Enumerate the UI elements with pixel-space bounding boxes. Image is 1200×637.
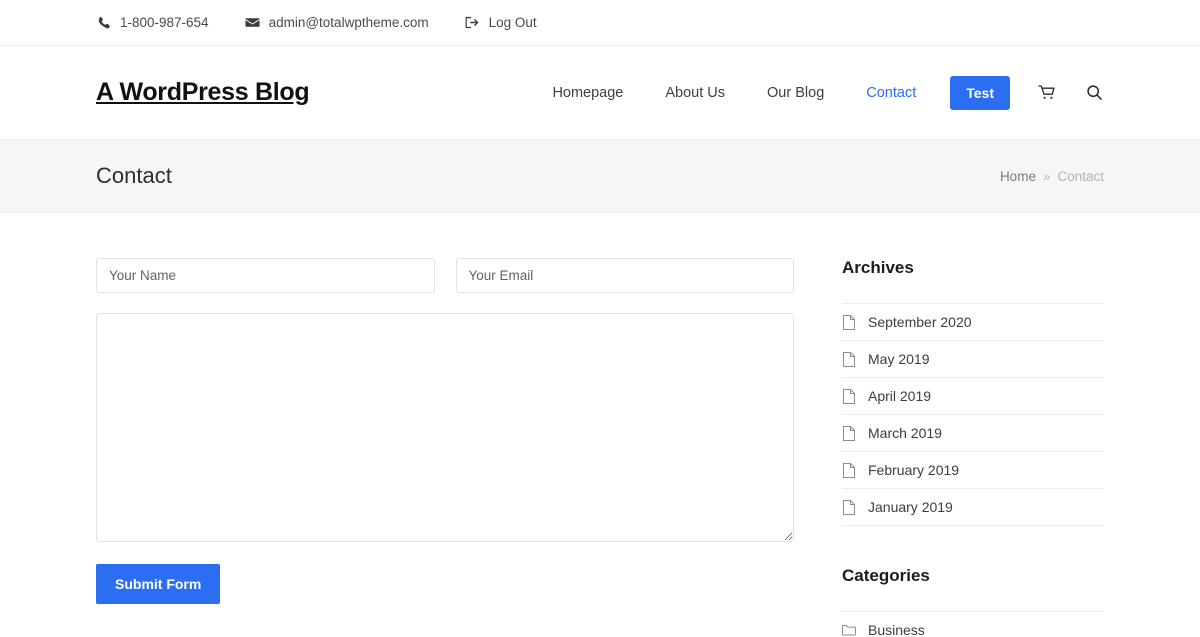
archives-list: September 2020 May 2019 (842, 303, 1104, 526)
list-item: September 2020 (842, 303, 1104, 340)
topbar-email[interactable]: admin@totalwptheme.com (245, 15, 429, 30)
topbar-logout[interactable]: Log Out (465, 15, 537, 30)
archive-link-april-2019[interactable]: April 2019 (842, 378, 1104, 414)
archive-label: January 2019 (868, 499, 953, 515)
archive-label: May 2019 (868, 351, 929, 367)
message-textarea[interactable] (96, 313, 794, 542)
contact-form-section: Submit Form (96, 213, 794, 604)
file-icon (842, 425, 856, 441)
page-header-bar: Contact Home » Contact (0, 139, 1200, 213)
email-input[interactable] (456, 258, 795, 293)
nav-item-our-blog[interactable]: Our Blog (746, 85, 845, 101)
archive-link-may-2019[interactable]: May 2019 (842, 341, 1104, 377)
archive-link-september-2020[interactable]: September 2020 (842, 304, 1104, 340)
list-item: March 2019 (842, 414, 1104, 451)
widget-title-categories: Categories (842, 566, 1104, 586)
list-item: January 2019 (842, 488, 1104, 526)
topbar-phone[interactable]: 1-800-987-654 (96, 15, 209, 30)
file-icon (842, 499, 856, 515)
test-button[interactable]: Test (950, 76, 1010, 110)
sidebar: Archives September 2020 (842, 213, 1104, 637)
logout-icon (465, 15, 480, 30)
main-navigation: Homepage About Us Our Blog Contact Test (531, 76, 1104, 110)
nav-item-homepage[interactable]: Homepage (531, 85, 644, 101)
archive-label: April 2019 (868, 388, 931, 404)
list-item: Business (842, 611, 1104, 637)
archive-label: February 2019 (868, 462, 959, 478)
file-icon (842, 462, 856, 478)
nav-item-contact[interactable]: Contact (845, 85, 937, 101)
cart-icon[interactable] (1037, 83, 1057, 103)
widget-title-archives: Archives (842, 258, 1104, 278)
contact-form: Submit Form (96, 258, 794, 604)
breadcrumb-home[interactable]: Home (1000, 169, 1036, 184)
widget-archives: Archives September 2020 (842, 258, 1104, 526)
site-title[interactable]: A WordPress Blog (96, 78, 309, 107)
submit-form-button[interactable]: Submit Form (96, 564, 220, 604)
list-item: May 2019 (842, 340, 1104, 377)
archive-link-january-2019[interactable]: January 2019 (842, 489, 1104, 525)
page-title: Contact (96, 163, 172, 189)
list-item: April 2019 (842, 377, 1104, 414)
category-link-business[interactable]: Business (842, 612, 1104, 637)
form-field-row (96, 258, 794, 293)
topbar-logout-label: Log Out (489, 15, 537, 30)
list-item: February 2019 (842, 451, 1104, 488)
folder-icon (842, 622, 856, 637)
topbar-email-label: admin@totalwptheme.com (269, 15, 429, 30)
file-icon (842, 351, 856, 367)
breadcrumb-separator: » (1043, 169, 1051, 184)
topbar-phone-label: 1-800-987-654 (120, 15, 209, 30)
name-input[interactable] (96, 258, 435, 293)
envelope-icon (245, 15, 260, 30)
archive-label: March 2019 (868, 425, 942, 441)
top-bar: 1-800-987-654 admin@totalwptheme.com Log… (0, 0, 1200, 46)
category-label: Business (868, 622, 925, 637)
nav-item-about-us[interactable]: About Us (644, 85, 746, 101)
breadcrumb: Home » Contact (1000, 169, 1104, 184)
search-icon[interactable] (1084, 83, 1104, 103)
breadcrumb-current: Contact (1057, 169, 1104, 184)
file-icon (842, 314, 856, 330)
archive-label: September 2020 (868, 314, 972, 330)
archive-link-february-2019[interactable]: February 2019 (842, 452, 1104, 488)
archive-link-march-2019[interactable]: March 2019 (842, 415, 1104, 451)
file-icon (842, 388, 856, 404)
phone-icon (96, 15, 111, 30)
main-area: Submit Form Archives September 2020 (0, 213, 1200, 637)
widget-categories: Categories Business (842, 566, 1104, 637)
categories-list: Business (842, 611, 1104, 637)
site-header: A WordPress Blog Homepage About Us Our B… (0, 46, 1200, 139)
